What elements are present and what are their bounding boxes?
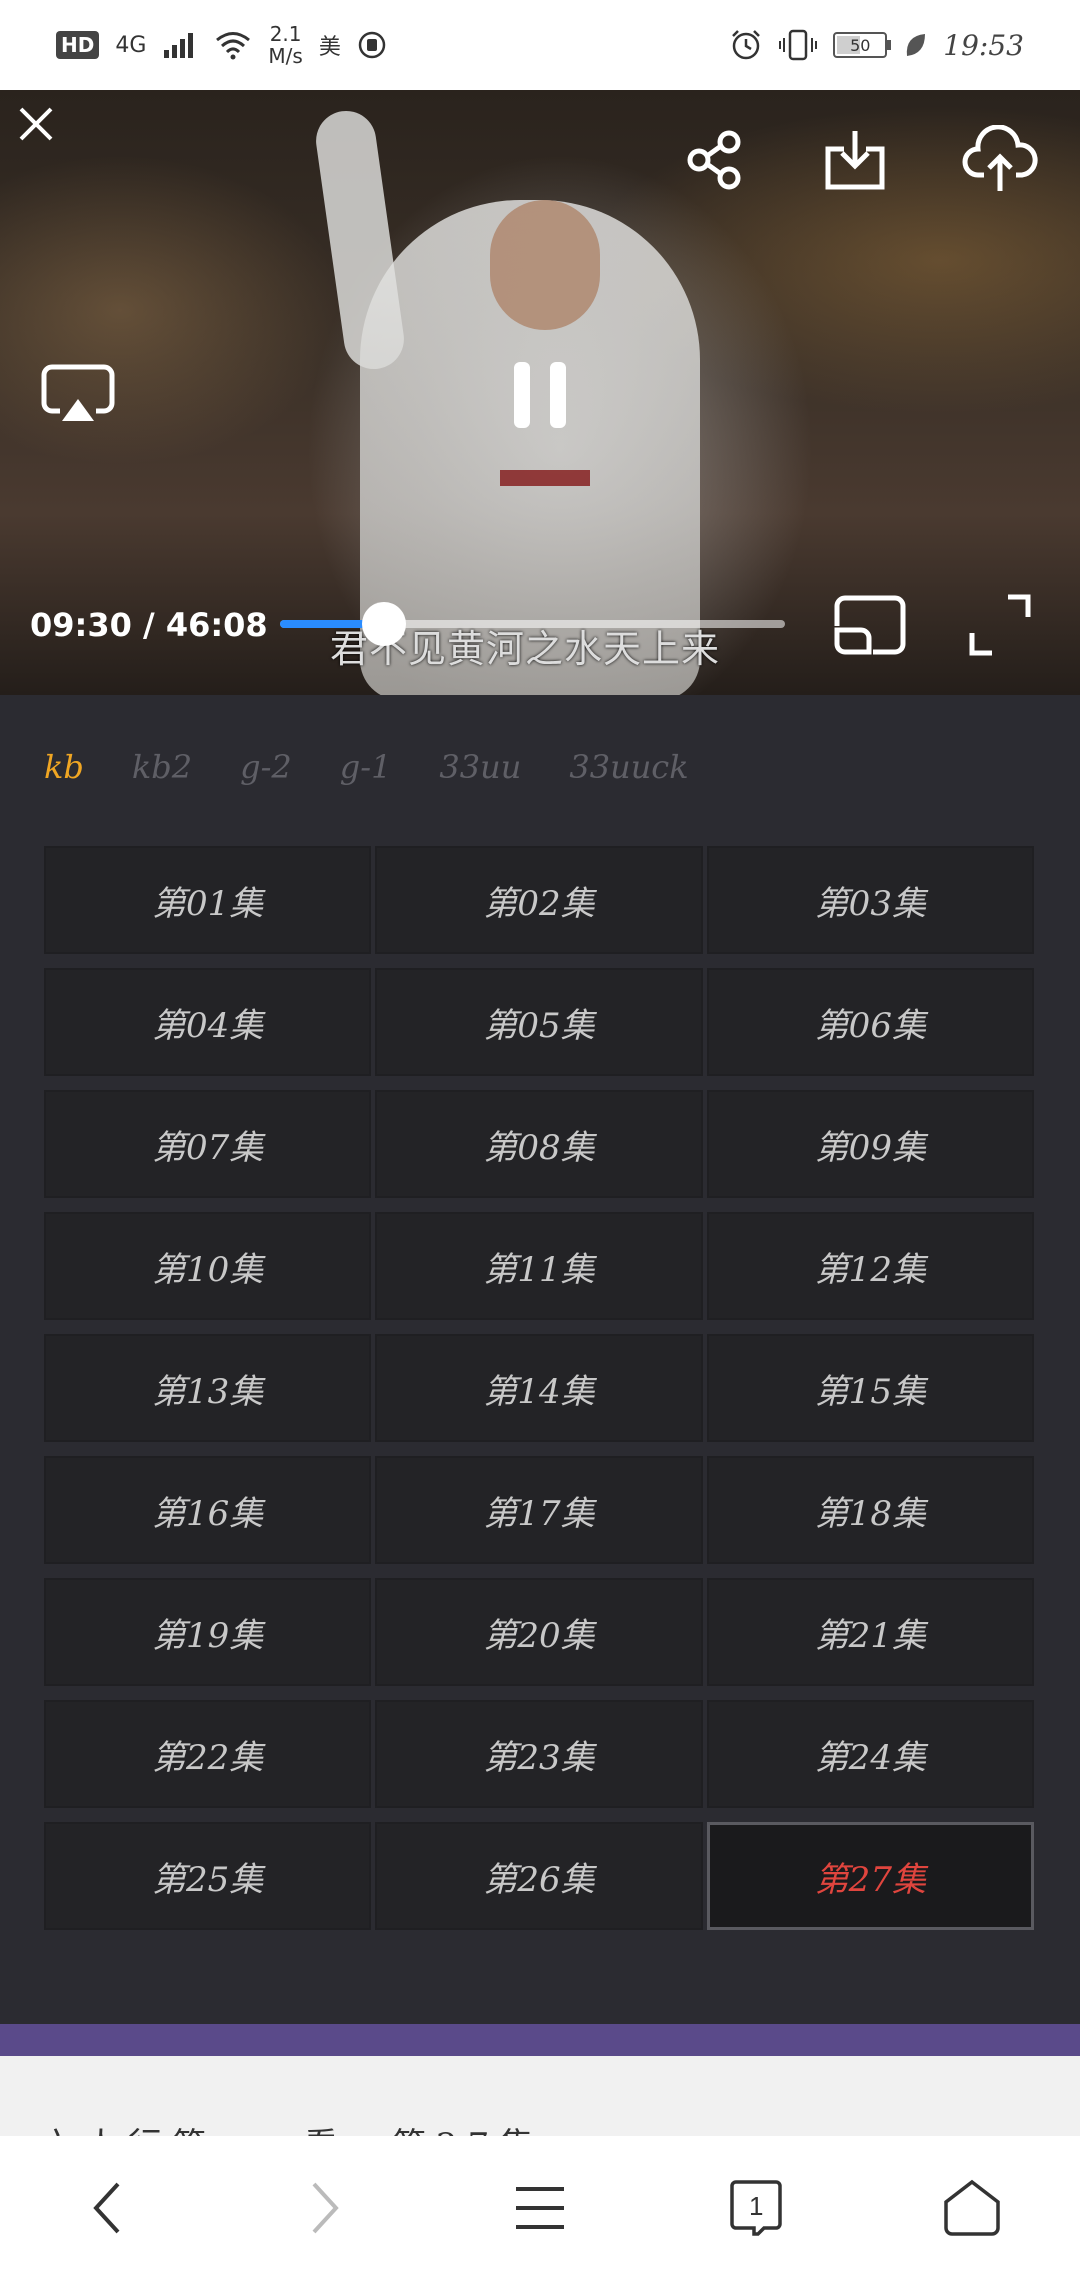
video-frame-belt <box>500 470 590 486</box>
source-tab-3[interactable]: g-1 <box>340 748 392 786</box>
source-tab-1[interactable]: kb2 <box>132 748 192 786</box>
tab-count: 1 <box>749 2191 764 2221</box>
share-icon <box>687 130 741 190</box>
episode-button[interactable]: 第14集 <box>375 1334 703 1442</box>
episode-button[interactable]: 第05集 <box>375 968 703 1076</box>
alarm-icon <box>732 30 761 60</box>
below-content: 六人行第……看…第27集 <box>0 2056 1080 2136</box>
forward-button[interactable] <box>279 2163 369 2253</box>
progress-bar[interactable] <box>280 602 785 646</box>
chevron-right-icon <box>312 2182 339 2234</box>
speed-unit: M/s <box>268 44 303 68</box>
signal-icon <box>164 33 194 58</box>
episode-button[interactable]: 第16集 <box>44 1456 372 1564</box>
episode-button[interactable]: 第10集 <box>44 1212 372 1320</box>
episode-button[interactable]: 第15集 <box>706 1334 1034 1442</box>
close-icon <box>19 107 53 141</box>
progress-thumb[interactable] <box>362 602 407 646</box>
episode-button[interactable]: 第18集 <box>706 1456 1034 1564</box>
vibrate-icon <box>779 29 818 61</box>
leaf-icon <box>907 34 926 56</box>
status-left: HD 4G 2.1 M/s 美 <box>56 23 387 67</box>
picture-in-picture-button[interactable] <box>830 590 910 660</box>
cloud-upload-button[interactable] <box>960 120 1040 200</box>
close-button[interactable] <box>12 100 60 148</box>
tabs-button[interactable]: 1 <box>711 2163 801 2253</box>
meituan-icon: 美 <box>318 35 341 60</box>
episode-button[interactable]: 第22集 <box>44 1700 372 1808</box>
home-icon <box>944 2179 1000 2236</box>
episode-button[interactable]: 第17集 <box>375 1456 703 1564</box>
episode-button[interactable]: 第24集 <box>706 1700 1034 1808</box>
fullscreen-icon <box>969 594 1031 656</box>
playback-time: 09:30 / 46:08 <box>30 606 268 644</box>
cloud-upload-icon <box>962 125 1038 191</box>
speed-value: 2.1 <box>269 22 302 46</box>
episode-button[interactable]: 第06集 <box>706 968 1034 1076</box>
picture-in-picture-icon <box>834 595 906 655</box>
battery-percent: 50 <box>850 35 871 55</box>
episode-button[interactable]: 第09集 <box>706 1090 1034 1198</box>
wifi-icon <box>216 32 251 60</box>
episode-button[interactable]: 第11集 <box>375 1212 703 1320</box>
menu-button[interactable] <box>495 2163 585 2253</box>
divider-strip <box>0 2024 1080 2056</box>
episode-button[interactable]: 第23集 <box>375 1700 703 1808</box>
download-icon <box>825 131 885 190</box>
battery-indicator: 50 <box>833 32 892 58</box>
menu-icon <box>516 2187 564 2229</box>
clock: 19:53 <box>943 28 1024 62</box>
back-button[interactable] <box>63 2163 153 2253</box>
episode-button[interactable]: 第01集 <box>44 846 372 954</box>
pause-button[interactable] <box>505 355 575 435</box>
episode-button[interactable]: 第12集 <box>706 1212 1034 1320</box>
episode-button[interactable]: 第27集 <box>706 1822 1034 1930</box>
episode-button[interactable]: 第26集 <box>375 1822 703 1930</box>
fullscreen-button[interactable] <box>965 590 1035 660</box>
video-frame-head <box>490 200 600 330</box>
episode-button[interactable]: 第04集 <box>44 968 372 1076</box>
episode-button[interactable]: 第03集 <box>706 846 1034 954</box>
download-button[interactable] <box>820 125 890 195</box>
status-right: 50 19:53 <box>729 28 1024 62</box>
episode-grid: 第01集 第02集 第03集第04集 第05集 第06集第07集 第08集 第09集第10集… <box>44 846 1034 1930</box>
status-bar: HD 4G 2.1 M/s 美 50 19:53 <box>0 0 1080 90</box>
source-tab-5[interactable]: 33uuck <box>569 748 688 786</box>
source-tab-4[interactable]: 33uu <box>439 748 521 786</box>
episode-button[interactable]: 第13集 <box>44 1334 372 1442</box>
share-button[interactable] <box>680 125 750 195</box>
source-tab-2[interactable]: g-2 <box>240 748 292 786</box>
chevron-left-icon <box>93 2182 120 2234</box>
episode-button[interactable]: 第20集 <box>375 1578 703 1686</box>
airplay-button[interactable] <box>38 360 118 430</box>
network-type: 4G <box>115 32 147 58</box>
home-button[interactable] <box>927 2163 1017 2253</box>
airplay-icon <box>41 364 115 421</box>
source-tabs: kb kb2 g-2 g-1 33uu 33uuck <box>44 748 689 786</box>
episode-button[interactable]: 第19集 <box>44 1578 372 1686</box>
pause-icon <box>514 362 566 428</box>
video-title-text: 六人行第……看…第27集 <box>40 2118 543 2136</box>
hd-badge: HD <box>56 31 100 59</box>
episode-button[interactable]: 第21集 <box>706 1578 1034 1686</box>
browser-navbar: 1 <box>0 2136 1080 2280</box>
episode-button[interactable]: 第25集 <box>44 1822 372 1930</box>
network-speed: 2.1 M/s <box>268 23 302 67</box>
episode-button[interactable]: 第07集 <box>44 1090 372 1198</box>
source-tab-0[interactable]: kb <box>44 748 84 786</box>
episode-button[interactable]: 第08集 <box>375 1090 703 1198</box>
episode-button[interactable]: 第02集 <box>375 846 703 954</box>
notification-app-icon <box>358 31 386 59</box>
